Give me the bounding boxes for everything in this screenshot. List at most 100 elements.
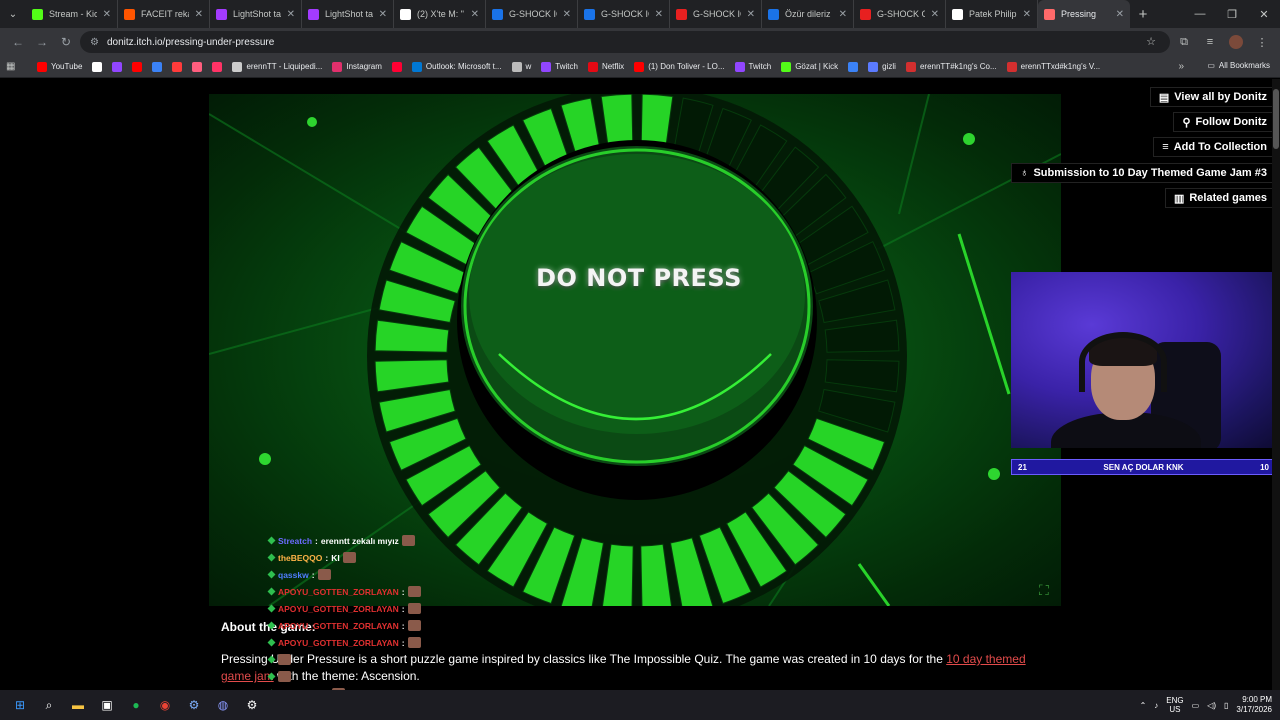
browser-tab[interactable]: G-SHOCK IC ✕ <box>578 0 670 28</box>
bookmark-item[interactable]: Instagram <box>327 61 387 72</box>
bookmark-star-icon[interactable]: ☆ <box>1146 35 1156 48</box>
tab-search-icon[interactable]: ⌄ <box>0 0 26 28</box>
chat-message <box>267 668 528 685</box>
add-collection-button[interactable]: ≡ Add To Collection <box>1153 137 1276 157</box>
bookmark-item[interactable]: YouTube <box>32 61 87 72</box>
view-all-button[interactable]: ▤ View all by Donitz <box>1149 87 1276 107</box>
browser-tab[interactable]: Özür dileriz ✕ <box>762 0 854 28</box>
forward-icon[interactable]: → <box>30 30 54 54</box>
bookmark-item[interactable] <box>387 61 407 72</box>
language-indicator[interactable]: ENG US <box>1166 696 1183 714</box>
browser-tab[interactable]: G-SHOCK IC ✕ <box>670 0 762 28</box>
back-icon[interactable]: ← <box>6 30 30 54</box>
profile-avatar[interactable] <box>1229 35 1243 49</box>
tab-close-icon[interactable]: ✕ <box>839 9 847 20</box>
tray-chevron-icon[interactable]: ⌃ <box>1140 701 1147 710</box>
browser-tab[interactable]: G-SHOCK G ✕ <box>854 0 946 28</box>
settings-icon[interactable]: ⚙ <box>242 695 262 715</box>
tab-close-icon[interactable]: ✕ <box>471 9 479 20</box>
browser-tab[interactable]: LightShot taran ✕ <box>210 0 302 28</box>
bookmark-item[interactable]: Netflix <box>583 61 629 72</box>
bookmark-item[interactable] <box>147 61 167 72</box>
chat-emote-icon <box>342 552 356 563</box>
microphone-icon[interactable]: ♪ <box>1154 701 1158 710</box>
apps-grid-icon[interactable]: ▦ <box>6 61 22 72</box>
address-url[interactable]: donitz.itch.io/pressing-under-pressure <box>107 37 274 48</box>
clock[interactable]: 9:00 PM 3/17/2026 <box>1236 695 1272 715</box>
menu-icon[interactable]: ⋮ <box>1250 30 1274 54</box>
bookmark-item[interactable] <box>167 61 187 72</box>
tab-close-icon[interactable]: ✕ <box>379 9 387 20</box>
do-not-press-label[interactable]: DO NOT PRESS <box>509 264 769 292</box>
chat-separator: : <box>401 586 405 597</box>
browser-tab[interactable]: Stream - Kick ✕ <box>26 0 118 28</box>
bookmark-item[interactable]: Outlook: Microsoft t... <box>407 61 507 72</box>
browser-tab[interactable]: LightShot taran ✕ <box>302 0 394 28</box>
tab-close-icon[interactable]: ✕ <box>747 9 755 20</box>
bookmarks-overflow-icon[interactable]: » <box>1178 61 1184 72</box>
address-bar[interactable]: ⚙ donitz.itch.io/pressing-under-pressure… <box>80 31 1170 53</box>
restore-icon[interactable]: ❐ <box>1216 0 1248 28</box>
bookmark-item[interactable]: w <box>507 61 537 72</box>
site-info-icon[interactable]: ⚙ <box>90 37 99 48</box>
all-bookmarks-button[interactable]: ▭ All Bookmarks <box>1207 61 1270 70</box>
tab-close-icon[interactable]: ✕ <box>1023 9 1031 20</box>
tab-close-icon[interactable]: ✕ <box>195 9 203 20</box>
bookmark-item[interactable] <box>87 61 107 72</box>
browser-tab[interactable]: Pressing ✕ <box>1038 0 1130 28</box>
tab-close-icon[interactable]: ✕ <box>563 9 571 20</box>
search-icon[interactable]: ⌕ <box>39 695 59 715</box>
media-icon[interactable]: ≡ <box>1198 30 1222 54</box>
store-app-icon[interactable]: ▣ <box>97 695 117 715</box>
new-tab-button[interactable]: + <box>1130 0 1156 28</box>
network-icon[interactable]: ▭ <box>1192 701 1200 710</box>
file-explorer-icon[interactable]: ▬ <box>68 695 88 715</box>
page-scrollbar[interactable] <box>1272 79 1280 690</box>
tab-close-icon[interactable]: ✕ <box>931 9 939 20</box>
browser-tab[interactable]: (2) X'te M: " ✕ <box>394 0 486 28</box>
bookmark-item[interactable]: erennTT - Liquipedi... <box>227 61 327 72</box>
bookmark-item[interactable] <box>843 61 863 72</box>
tab-close-icon[interactable]: ✕ <box>103 9 111 20</box>
chrome-icon[interactable]: ◉ <box>155 695 175 715</box>
windows-start-icon[interactable]: ⊞ <box>10 695 30 715</box>
spotify-icon[interactable]: ● <box>126 695 146 715</box>
discord-icon[interactable]: ◍ <box>213 695 233 715</box>
bookmark-item[interactable]: Twitch <box>730 61 777 72</box>
bookmark-favicon-icon <box>541 61 552 72</box>
tab-close-icon[interactable]: ✕ <box>1116 9 1124 20</box>
bookmark-item[interactable] <box>127 61 147 72</box>
follow-button[interactable]: ⚲ Follow Donitz <box>1173 112 1276 132</box>
chat-badge-icon <box>267 587 276 596</box>
bookmark-item[interactable]: Gözat | Kick <box>776 61 843 72</box>
browser-tab[interactable]: FACEIT rekabet ✕ <box>118 0 210 28</box>
volume-icon[interactable]: ◁) <box>1207 701 1216 710</box>
bookmark-item[interactable] <box>187 61 207 72</box>
related-games-button[interactable]: ▥ Related games <box>1164 188 1276 208</box>
reload-icon[interactable]: ↻ <box>54 30 78 54</box>
bookmark-item[interactable]: erennTT#k1ng's Co... <box>901 61 1002 72</box>
steam-icon[interactable]: ⚙ <box>184 695 204 715</box>
bookmark-item[interactable] <box>107 61 127 72</box>
submission-button[interactable]: ♁ Submission to 10 Day Themed Game Jam #… <box>1011 163 1276 183</box>
bookmark-item[interactable]: (1) Don Toliver - LO... <box>629 61 729 72</box>
bookmark-favicon-icon <box>1006 61 1017 72</box>
browser-tab[interactable]: G-SHOCK IC ✕ <box>486 0 578 28</box>
bookmark-item[interactable]: erennTTxd#k1ng's V... <box>1002 61 1106 72</box>
bookmark-label: Gözat | Kick <box>795 62 839 71</box>
game-canvas[interactable]: DO NOT PRESS ⛶ <box>209 94 1061 606</box>
bookmark-item[interactable] <box>207 61 227 72</box>
tab-close-icon[interactable]: ✕ <box>655 9 663 20</box>
tab-close-icon[interactable]: ✕ <box>287 9 295 20</box>
scrollbar-thumb[interactable] <box>1273 89 1279 149</box>
donation-right-value: 10 <box>1260 462 1269 472</box>
tab-favicon-icon <box>308 8 319 20</box>
browser-tab[interactable]: Patek Philippe ✕ <box>946 0 1038 28</box>
extensions-icon[interactable]: ⧉ <box>1172 30 1196 54</box>
minimize-icon[interactable]: — <box>1184 0 1216 28</box>
close-icon[interactable]: ✕ <box>1248 0 1280 28</box>
bookmark-item[interactable]: Twitch <box>536 61 583 72</box>
bookmark-item[interactable]: gizli <box>863 61 901 72</box>
fullscreen-icon[interactable]: ⛶ <box>1039 582 1049 599</box>
battery-icon[interactable]: ▯ <box>1224 701 1228 710</box>
